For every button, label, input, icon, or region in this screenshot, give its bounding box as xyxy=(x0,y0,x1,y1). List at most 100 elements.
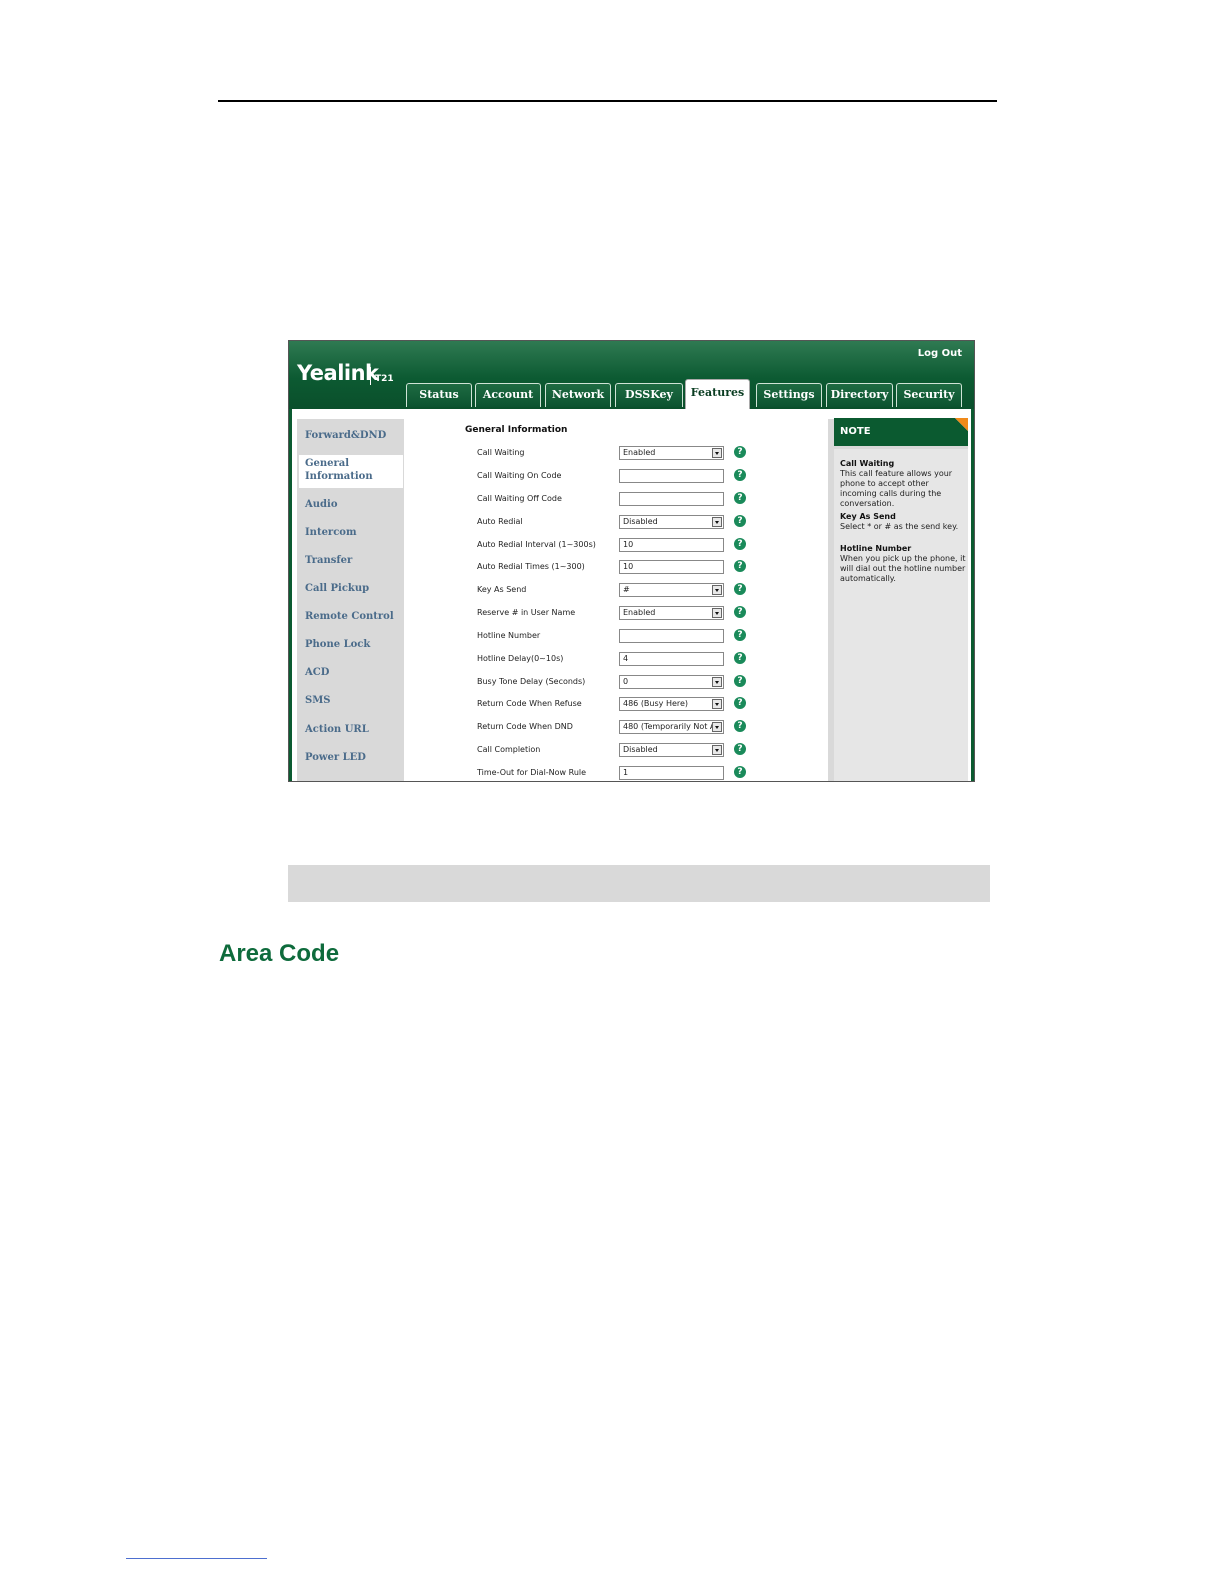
field-label: Reserve # in User Name xyxy=(477,608,576,617)
sidebar-item-general-information[interactable]: General Information xyxy=(299,455,403,488)
select-value: Disabled xyxy=(623,745,658,754)
field-label: Call Waiting On Code xyxy=(477,471,562,480)
help-icon[interactable]: ? xyxy=(734,743,746,755)
hotline-number-input[interactable] xyxy=(619,629,724,643)
field-label: Call Waiting Off Code xyxy=(477,494,562,503)
note-entry: Key As Send Select * or # as the send ke… xyxy=(840,512,966,532)
field-label: Auto Redial Interval (1~300s) xyxy=(477,540,596,549)
help-icon[interactable]: ? xyxy=(734,492,746,504)
help-icon[interactable]: ? xyxy=(734,446,746,458)
logout-link[interactable]: Log Out xyxy=(918,348,962,359)
chevron-down-icon xyxy=(712,608,722,618)
select-value: 0 xyxy=(623,677,629,686)
sidebar-item-call-pickup[interactable]: Call Pickup xyxy=(305,583,369,594)
note-corner-icon xyxy=(955,418,968,431)
help-icon[interactable]: ? xyxy=(734,675,746,687)
help-icon[interactable]: ? xyxy=(734,606,746,618)
help-icon[interactable]: ? xyxy=(734,583,746,595)
note-entry-text: When you pick up the phone, it will dial… xyxy=(840,554,966,583)
field-label: Call Waiting xyxy=(477,448,525,457)
sidebar-item-intercom[interactable]: Intercom xyxy=(305,527,357,538)
note-entry: Hotline Number When you pick up the phon… xyxy=(840,544,966,584)
reserve-hash-select[interactable]: Enabled xyxy=(619,606,724,620)
return-code-refuse-select[interactable]: 486 (Busy Here) xyxy=(619,697,724,711)
tab-features[interactable]: Features xyxy=(685,379,750,409)
section-title: General Information xyxy=(465,425,568,435)
note-entry: Call Waiting This call feature allows yo… xyxy=(840,459,966,509)
field-label: Hotline Number xyxy=(477,631,541,640)
help-icon[interactable]: ? xyxy=(734,766,746,778)
auto-redial-interval-input[interactable]: 10 xyxy=(619,538,724,552)
sidebar-item-acd[interactable]: ACD xyxy=(305,667,329,678)
chevron-down-icon xyxy=(712,745,722,755)
dial-now-timeout-input[interactable]: 1 xyxy=(619,766,724,780)
footer-link-underline[interactable] xyxy=(126,1558,267,1559)
field-label: Return Code When DND xyxy=(477,722,573,731)
model-label: T21 xyxy=(375,374,394,384)
note-entry-title: Call Waiting xyxy=(840,459,895,468)
sidebar-item-sms[interactable]: SMS xyxy=(305,695,331,706)
note-entry-text: This call feature allows your phone to a… xyxy=(840,469,953,508)
chevron-down-icon xyxy=(712,677,722,687)
help-icon[interactable]: ? xyxy=(734,560,746,572)
tab-directory[interactable]: Directory xyxy=(826,383,893,407)
call-waiting-on-code-input[interactable] xyxy=(619,469,724,483)
note-title: NOTE xyxy=(834,418,968,446)
sidebar-item-power-led[interactable]: Power LED xyxy=(305,752,366,763)
field-label: Return Code When Refuse xyxy=(477,699,582,708)
chevron-down-icon xyxy=(712,517,722,527)
select-value: Enabled xyxy=(623,448,656,457)
select-value: 486 (Busy Here) xyxy=(623,699,689,708)
sidebar-item-action-url[interactable]: Action URL xyxy=(305,724,369,735)
hotline-delay-input[interactable]: 4 xyxy=(619,652,724,666)
field-label: Auto Redial Times (1~300) xyxy=(477,562,585,571)
chevron-down-icon xyxy=(712,722,722,732)
tab-account[interactable]: Account xyxy=(475,383,541,407)
tab-status[interactable]: Status xyxy=(406,383,472,407)
help-icon[interactable]: ? xyxy=(734,469,746,481)
select-value: Enabled xyxy=(623,608,656,617)
web-ui-screenshot: Log Out Yealink T21 Status Account Netwo… xyxy=(288,340,975,782)
help-icon[interactable]: ? xyxy=(734,538,746,550)
sidebar-item-audio[interactable]: Audio xyxy=(305,499,338,510)
sidebar-item-transfer[interactable]: Transfer xyxy=(305,555,352,566)
auto-redial-select[interactable]: Disabled xyxy=(619,515,724,529)
help-icon[interactable]: ? xyxy=(734,515,746,527)
note-entry-title: Hotline Number xyxy=(840,544,912,553)
tab-dsskey[interactable]: DSSKey xyxy=(615,383,683,407)
select-value: # xyxy=(623,585,630,594)
help-icon[interactable]: ? xyxy=(734,652,746,664)
busy-tone-delay-select[interactable]: 0 xyxy=(619,675,724,689)
page-header-rule xyxy=(218,100,997,102)
help-icon[interactable]: ? xyxy=(734,697,746,709)
sidebar-item-forward-dnd[interactable]: Forward&DND xyxy=(305,430,386,441)
field-label: Busy Tone Delay (Seconds) xyxy=(477,677,586,686)
call-completion-select[interactable]: Disabled xyxy=(619,743,724,757)
call-waiting-off-code-input[interactable] xyxy=(619,492,724,506)
note-entry-title: Key As Send xyxy=(840,512,896,521)
return-code-dnd-select[interactable]: 480 (Temporarily Not Av xyxy=(619,720,724,734)
auto-redial-times-input[interactable]: 10 xyxy=(619,560,724,574)
chevron-down-icon xyxy=(712,448,722,458)
field-label: Auto Redial xyxy=(477,517,523,526)
logo-separator xyxy=(370,367,371,385)
chevron-down-icon xyxy=(712,585,722,595)
tab-settings[interactable]: Settings xyxy=(756,383,822,407)
select-value: Disabled xyxy=(623,517,658,526)
yealink-logo: Yealink xyxy=(297,361,379,385)
help-icon[interactable]: ? xyxy=(734,720,746,732)
select-value: 480 (Temporarily Not Av xyxy=(623,722,720,731)
sidebar-item-remote-control[interactable]: Remote Control xyxy=(305,611,394,622)
section-heading: Area Code xyxy=(219,940,340,967)
key-as-send-select[interactable]: # xyxy=(619,583,724,597)
field-label: Time-Out for Dial-Now Rule xyxy=(477,768,587,777)
field-label: Hotline Delay(0~10s) xyxy=(477,654,564,663)
note-bar xyxy=(288,865,990,902)
help-icon[interactable]: ? xyxy=(734,629,746,641)
tab-security[interactable]: Security xyxy=(896,383,962,407)
tab-network[interactable]: Network xyxy=(545,383,611,407)
call-waiting-select[interactable]: Enabled xyxy=(619,446,724,460)
field-label: Call Completion xyxy=(477,745,541,754)
sidebar-item-phone-lock[interactable]: Phone Lock xyxy=(305,639,370,650)
chevron-down-icon xyxy=(712,699,722,709)
